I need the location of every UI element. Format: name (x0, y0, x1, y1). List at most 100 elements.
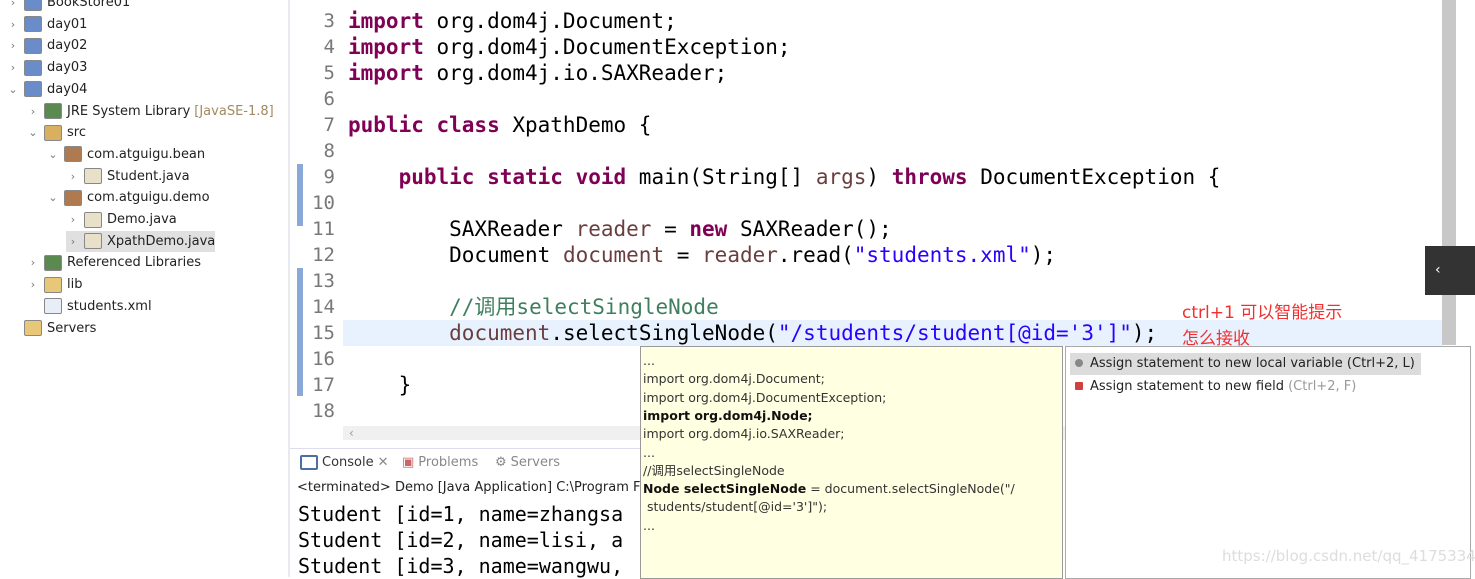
tree-item[interactable]: › day02 (6, 35, 87, 56)
line-number-gutter: 3 4 5 6 7 8 9 10 11 12 13 14 15 16 17 18 (293, 0, 343, 428)
tree-item[interactable]: › XpathDemo.java (66, 230, 216, 252)
tree-item-label: src (67, 125, 86, 141)
tab-servers[interactable]: ⚙ Servers (495, 455, 560, 470)
chevron-icon[interactable]: › (6, 57, 20, 78)
chevron-icon[interactable]: › (66, 166, 80, 187)
tab-label: Servers (510, 455, 561, 470)
quick-fix-shortcut: (Ctrl+2, F) (1288, 379, 1357, 394)
chevron-icon[interactable]: › (26, 101, 40, 122)
code-token: org.dom4j.io.SAXReader; (423, 61, 728, 85)
tree-item-label: Student.java (107, 168, 190, 184)
tree-item[interactable]: › BookStore01 (6, 0, 130, 13)
code-token: org.dom4j.DocumentException; (423, 35, 791, 59)
quick-fix-item[interactable]: Assign statement to new field (Ctrl+2, F… (1070, 376, 1362, 398)
line-number: 15 (312, 322, 335, 344)
preview-text: Node selectSingleNode (643, 481, 807, 497)
preview-text: ... (643, 353, 655, 368)
annotation-line: ctrl+1 可以智能提示 (1182, 303, 1343, 323)
annotation: ctrl+1 可以智能提示 怎么接收 (1182, 300, 1342, 352)
code-line[interactable]: import org.dom4j.io.SAXReader; (348, 60, 727, 86)
close-icon[interactable]: ✕ (378, 455, 389, 470)
chevron-icon[interactable]: ⌄ (6, 79, 20, 100)
line-number: 11 (312, 218, 335, 240)
tree-item-label: Servers (47, 320, 97, 336)
tab-label: Problems (418, 455, 479, 470)
tree-item[interactable]: › Demo.java (66, 209, 177, 230)
quick-fix-item[interactable]: Assign statement to new local variable (… (1070, 353, 1421, 375)
tree-item[interactable]: ⌄ src (26, 122, 86, 143)
code-token: public class (348, 113, 500, 137)
library-icon (44, 103, 62, 119)
preview-text: //调用selectSingleNode (643, 462, 785, 478)
code-line[interactable]: //调用selectSingleNode (348, 294, 719, 320)
tree-item[interactable]: › Referenced Libraries (26, 252, 201, 273)
preview-text: ... (643, 517, 655, 533)
line-number: 12 (312, 244, 335, 266)
code-line[interactable]: import org.dom4j.Document; (348, 8, 677, 34)
line-number: 18 (312, 400, 335, 422)
chevron-icon[interactable]: › (66, 231, 80, 252)
chevron-icon[interactable]: › (6, 0, 20, 13)
quick-fix-list[interactable]: Assign statement to new local variable (… (1065, 346, 1471, 579)
source-folder-icon (44, 124, 62, 141)
chevron-icon[interactable]: › (26, 274, 40, 295)
code-line[interactable]: public class XpathDemo { (348, 112, 651, 138)
code-token: DocumentException { (967, 165, 1221, 189)
tree-item[interactable]: ⌄ com.atguigu.demo (46, 187, 210, 208)
chevron-icon[interactable]: ⌄ (46, 187, 60, 208)
line-number: 8 (323, 140, 335, 162)
code-token: document (449, 321, 551, 345)
chevron-icon[interactable]: › (6, 35, 20, 56)
code-token: public static void (398, 165, 627, 189)
tree-item-decoration: [JavaSE-1.8] (194, 103, 274, 119)
collapse-panel-button[interactable]: ‹ (1425, 246, 1475, 295)
chevron-icon[interactable]: › (66, 209, 80, 230)
tree-item[interactable]: ⌄ day04 (6, 79, 87, 100)
tab-console[interactable]: Console ✕ (300, 455, 389, 470)
tree-item[interactable]: › day03 (6, 57, 87, 78)
line-number: 7 (323, 114, 335, 136)
code-token: .read( (777, 243, 854, 267)
code-token: args (815, 165, 867, 189)
tree-item[interactable]: Servers (6, 318, 96, 339)
tab-problems[interactable]: ▣ Problems (402, 455, 478, 470)
preview-line: import org.dom4j.DocumentException; (643, 389, 886, 407)
tree-item[interactable]: ⌄ com.atguigu.bean (46, 144, 205, 165)
code-token: //调用selectSingleNode (348, 295, 719, 319)
line-number: 6 (323, 88, 335, 110)
chevron-icon[interactable]: ⌄ (26, 122, 40, 143)
package-icon (64, 146, 82, 163)
chevron-icon[interactable]: ⌄ (46, 144, 60, 165)
code-token: } (348, 373, 412, 397)
java-file-icon (84, 233, 102, 250)
local-variable-icon (1075, 359, 1083, 367)
servers-icon: ⚙ (495, 455, 507, 470)
code-line[interactable]: document.selectSingleNode("/students/stu… (348, 320, 1157, 346)
chevron-icon[interactable]: › (6, 14, 20, 35)
tree-item-label: students.xml (67, 298, 152, 314)
tree-item[interactable]: › JRE System Library [JavaSE-1.8] (26, 101, 274, 122)
tree-item-label: day01 (47, 16, 88, 32)
tree-item-label: BookStore01 (47, 0, 131, 10)
preview-line: ... (643, 444, 655, 462)
chevron-icon[interactable]: › (26, 252, 40, 273)
tree-item[interactable]: › day01 (6, 14, 87, 35)
project-icon (24, 59, 42, 76)
line-number: 9 (323, 166, 335, 188)
tree-item[interactable]: students.xml (26, 296, 152, 317)
code-line[interactable]: } (348, 372, 412, 398)
preview-line: //调用selectSingleNode (643, 462, 785, 480)
code-line[interactable]: import org.dom4j.DocumentException; (348, 34, 791, 60)
code-line[interactable]: public static void main(String[] args) t… (348, 164, 1221, 190)
code-token: "students.xml" (853, 243, 1031, 267)
code-line[interactable]: SAXReader reader = new SAXReader(); (348, 216, 892, 242)
code-line[interactable]: Document document = reader.read("student… (348, 242, 1056, 268)
code-token: org.dom4j.Document; (423, 9, 677, 33)
preview-text: students/student[@id='3']"); (643, 499, 828, 515)
console-output-line: Student [id=3, name=wangwu, (298, 554, 624, 578)
tree-item[interactable]: › lib (26, 274, 82, 295)
tree-item[interactable]: › Student.java (66, 166, 190, 187)
console-output-line: Student [id=1, name=zhangsa (298, 502, 624, 526)
tree-item-label: XpathDemo.java (107, 233, 216, 249)
